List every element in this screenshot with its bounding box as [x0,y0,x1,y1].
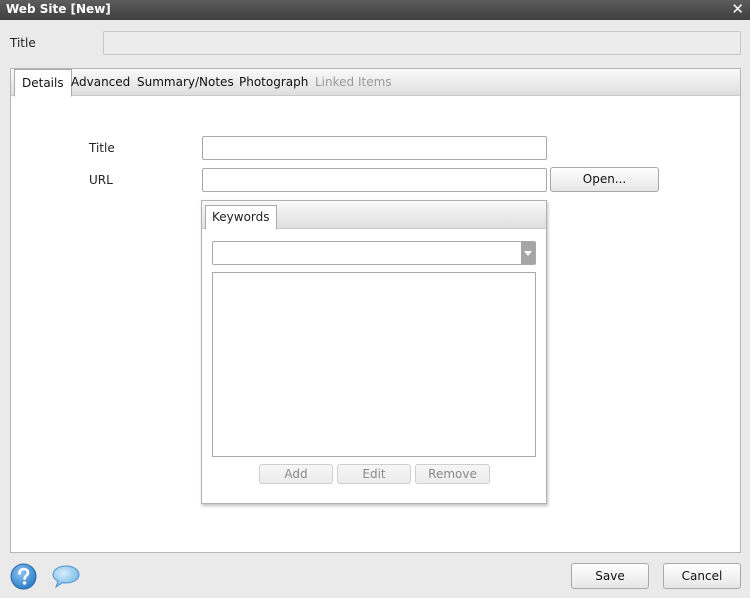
tab-summary-notes[interactable]: Summary/Notes [130,69,241,96]
keywords-list[interactable] [212,272,536,457]
title-input[interactable] [202,136,547,160]
title-label: Title [89,141,115,155]
header-title-field[interactable] [103,31,741,55]
tab-strip: Details Advanced Summary/Notes Photograp… [11,69,740,97]
keywords-panel: Keywords Add Edit Remove [201,200,547,504]
speech-bubble-icon[interactable] [51,564,81,589]
chevron-down-icon[interactable] [521,242,535,264]
open-button[interactable]: Open... [550,167,659,192]
tab-linked-items[interactable]: Linked Items [308,69,399,96]
close-icon[interactable]: ✕ [731,1,744,17]
header-title-label: Title [10,36,36,50]
keywords-tab-strip: Keywords [202,201,546,230]
keywords-dropdown[interactable] [212,241,536,265]
window-title: Web Site [New] [6,2,111,16]
cancel-button[interactable]: Cancel [663,563,741,589]
tab-photograph[interactable]: Photograph [232,69,315,96]
url-input[interactable] [202,168,547,192]
remove-keyword-button[interactable]: Remove [415,464,490,484]
main-panel: Details Advanced Summary/Notes Photograp… [10,68,741,553]
tab-keywords[interactable]: Keywords [205,205,277,230]
add-keyword-button[interactable]: Add [259,464,333,484]
url-label: URL [89,173,113,187]
edit-keyword-button[interactable]: Edit [337,464,411,484]
tab-details[interactable]: Details [14,69,72,97]
tab-advanced[interactable]: Advanced [64,69,137,96]
save-button[interactable]: Save [571,563,649,589]
help-icon[interactable] [10,563,37,590]
window-titlebar: Web Site [New] ✕ [0,0,750,20]
